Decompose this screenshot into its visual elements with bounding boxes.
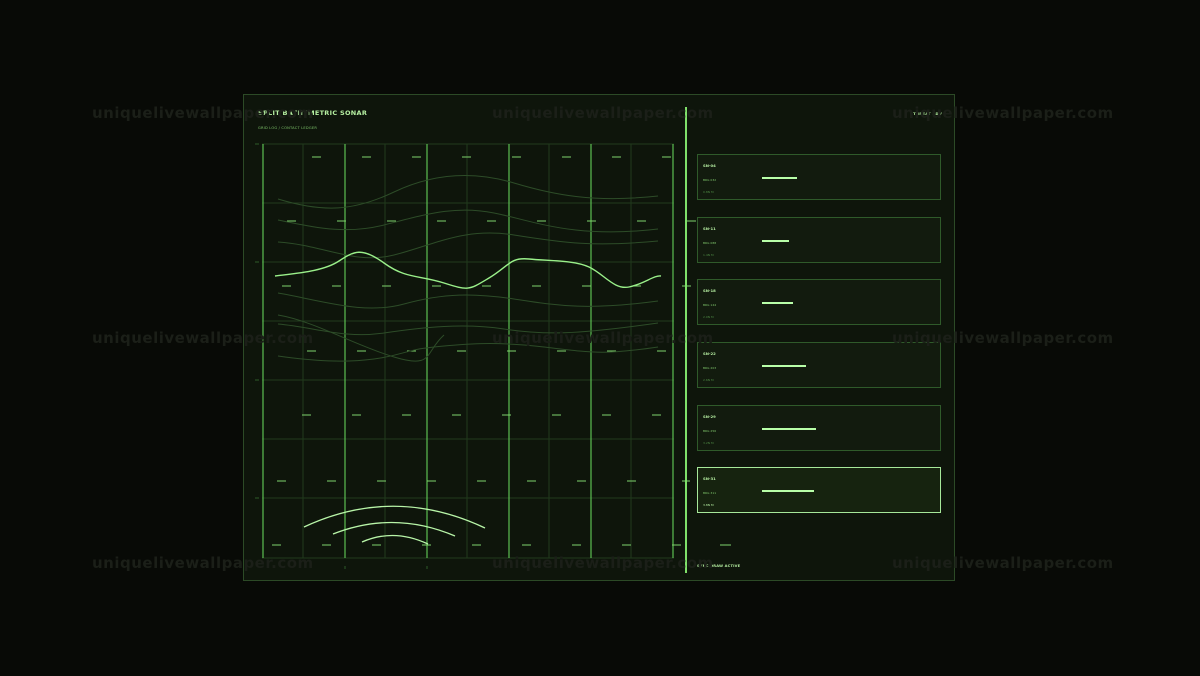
sonar-ping-arc (361, 534, 429, 545)
split-divider (685, 107, 687, 573)
contact-bearing: BRG 088 (703, 241, 717, 245)
contact-strength-bar (762, 302, 793, 304)
contact-id: SN-29 (703, 414, 716, 419)
contact-bearing: BRG 032 (703, 178, 717, 182)
contact-range: 2.0N M (703, 315, 714, 319)
bathymetry-contour (277, 322, 659, 336)
bathymetry-contour (277, 292, 659, 309)
status-text: SYNC DRAW ACTIVE (697, 564, 741, 568)
contact-strength-bar (762, 428, 816, 430)
contact-card[interactable]: SN-31 BRG 311 3.8N M (697, 467, 941, 513)
contact-card[interactable]: SN-29 BRG 256 3.2N M (697, 405, 941, 451)
sonar-ping-arc (332, 521, 456, 537)
contact-card[interactable]: SN-11 BRG 088 1.4N M (697, 217, 941, 263)
contact-id: SN-11 (703, 226, 716, 231)
bathymetry-contour (277, 343, 659, 362)
contact-id: SN-04 (703, 163, 716, 168)
contact-bearing: BRG 311 (703, 491, 717, 495)
contact-strength-bar (762, 365, 806, 367)
bathymetry-contour (277, 209, 659, 233)
contact-range: 2.6N M (703, 378, 714, 382)
contact-id: SN-18 (703, 288, 716, 293)
contact-bearing: BRG 144 (703, 303, 717, 307)
seabed-profile (274, 251, 662, 289)
contact-strength-bar (762, 177, 797, 179)
contact-strength-bar (762, 490, 814, 492)
bathymetry-contour (277, 232, 659, 259)
contact-card[interactable]: SN-04 BRG 032 0.8N M (697, 154, 941, 200)
contact-id: SN-31 (703, 476, 716, 481)
sonar-panel: SPLIT BATHYMETRIC SONAR GRID LOG / CONTA… (243, 94, 955, 581)
contact-range: 0.8N M (703, 190, 714, 194)
contact-card[interactable]: SN-22 BRG 203 2.6N M (697, 342, 941, 388)
contact-strength-bar (762, 240, 789, 242)
contact-range: 3.2N M (703, 441, 714, 445)
contact-bearing: BRG 203 (703, 366, 717, 370)
contact-bearing: BRG 256 (703, 429, 717, 433)
sonar-ping-arc (303, 505, 486, 529)
contact-card[interactable]: SN-18 BRG 144 2.0N M (697, 279, 941, 325)
contact-range: 3.8N M (703, 503, 714, 507)
contact-id: SN-22 (703, 351, 716, 356)
contact-range: 1.4N M (703, 253, 714, 257)
